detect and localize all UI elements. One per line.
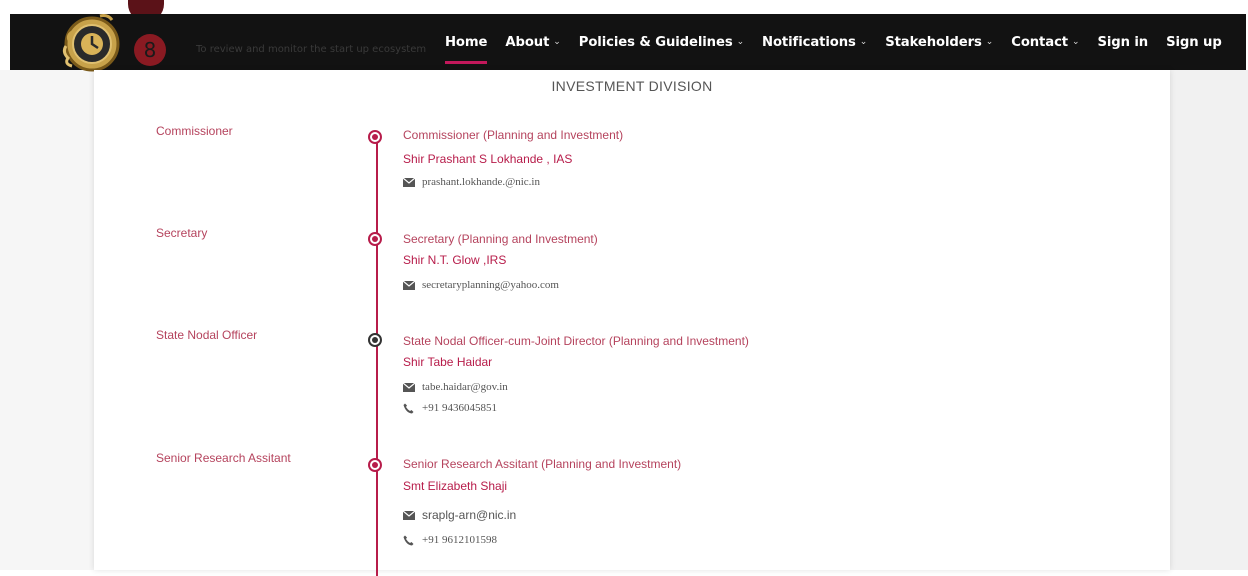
entry-email[interactable]: sraplg-arn@nic.in [422,508,516,522]
nav-home-label: Home [445,34,488,50]
chevron-down-icon: ⌄ [1072,37,1080,47]
entry-label-commissioner: Commissioner [156,124,233,138]
left-margin [0,70,94,570]
entry-role: Senior Research Assitant (Planning and I… [403,457,682,471]
nav-contact-label: Contact [1011,34,1068,50]
nav-stakeholders[interactable]: Stakeholders ⌄ [876,35,1002,50]
entry-label-senior-research-assistant: Senior Research Assitant [156,451,291,465]
entry-label-secretary: Secretary [156,226,208,240]
background-faded-text: To review and monitor the start up ecosy… [196,44,427,55]
entry-phone-row: +91 9612101598 [403,534,497,546]
entry-person-name: Shir N.T. Glow ,IRS [403,253,507,267]
entry-phone-row: +91 9436045851 [403,402,497,414]
entry-role: Commissioner (Planning and Investment) [403,128,624,142]
entry-email-row: tabe.haidar@gov.in [403,381,508,393]
envelope-icon [403,177,416,187]
entry-role: State Nodal Officer-cum-Joint Director (… [403,334,749,348]
nav-notifications[interactable]: Notifications ⌄ [753,35,876,50]
phone-icon [403,535,416,546]
chevron-down-icon: ⌄ [859,37,868,47]
nav-sign-in[interactable]: Sign in [1088,35,1157,50]
entry-person-name: Shir Tabe Haidar [403,355,493,369]
timeline-dot-icon [368,130,382,144]
timeline-dot-icon [368,458,382,472]
timeline-dot-icon [368,333,382,347]
entry-email[interactable]: prashant.lokhande.@nic.in [422,176,540,188]
chevron-down-icon: ⌄ [553,37,561,47]
page-top-strip [0,0,1248,14]
nav-contact[interactable]: Contact ⌄ [1002,35,1088,50]
nav-about-label: About [505,34,550,50]
entry-person-name: Shir Prashant S Lokhande , IAS [403,152,573,166]
nav-stakeholders-label: Stakeholders [885,34,982,50]
entry-email-row: secretaryplanning@yahoo.com [403,279,559,291]
emblem-icon [62,14,120,72]
nav-sign-up-label: Sign up [1166,34,1222,50]
envelope-icon [403,280,416,290]
nav-about[interactable]: About ⌄ [496,35,569,50]
chevron-down-icon: ⌄ [985,37,994,47]
right-margin [1170,70,1248,570]
nav-policies-label: Policies & Guidelines [578,34,733,50]
phone-icon [403,403,416,414]
site-logo[interactable] [60,12,124,76]
entry-email-row: sraplg-arn@nic.in [403,508,516,522]
entry-email[interactable]: secretaryplanning@yahoo.com [422,279,559,291]
investment-division-card: INVESTMENT DIVISION Commissioner Commiss… [94,70,1170,576]
nav-home[interactable]: Home [436,34,496,64]
chevron-down-icon: ⌄ [736,37,745,47]
nav-policies-guidelines[interactable]: Policies & Guidelines ⌄ [570,35,753,50]
envelope-icon [403,382,416,392]
main-navigation: Home About ⌄ Policies & Guidelines ⌄ Notif… [436,14,1231,70]
entry-email[interactable]: tabe.haidar@gov.in [422,381,508,393]
entry-phone[interactable]: +91 9436045851 [422,402,497,414]
background-step-number: 8 [134,34,166,66]
section-title: INVESTMENT DIVISION [551,78,713,94]
entry-role: Secretary (Planning and Investment) [403,232,598,246]
entry-label-state-nodal-officer: State Nodal Officer [156,328,258,342]
nav-notifications-label: Notifications [762,34,856,50]
timeline-line [376,136,378,576]
timeline-dot-icon [368,232,382,246]
entry-email-row: prashant.lokhande.@nic.in [403,176,540,188]
nav-sign-in-label: Sign in [1097,34,1149,50]
entry-phone[interactable]: +91 9612101598 [422,534,497,546]
nav-sign-up[interactable]: Sign up [1157,35,1231,50]
entry-person-name: Smt Elizabeth Shaji [403,479,508,493]
envelope-icon [403,510,416,520]
